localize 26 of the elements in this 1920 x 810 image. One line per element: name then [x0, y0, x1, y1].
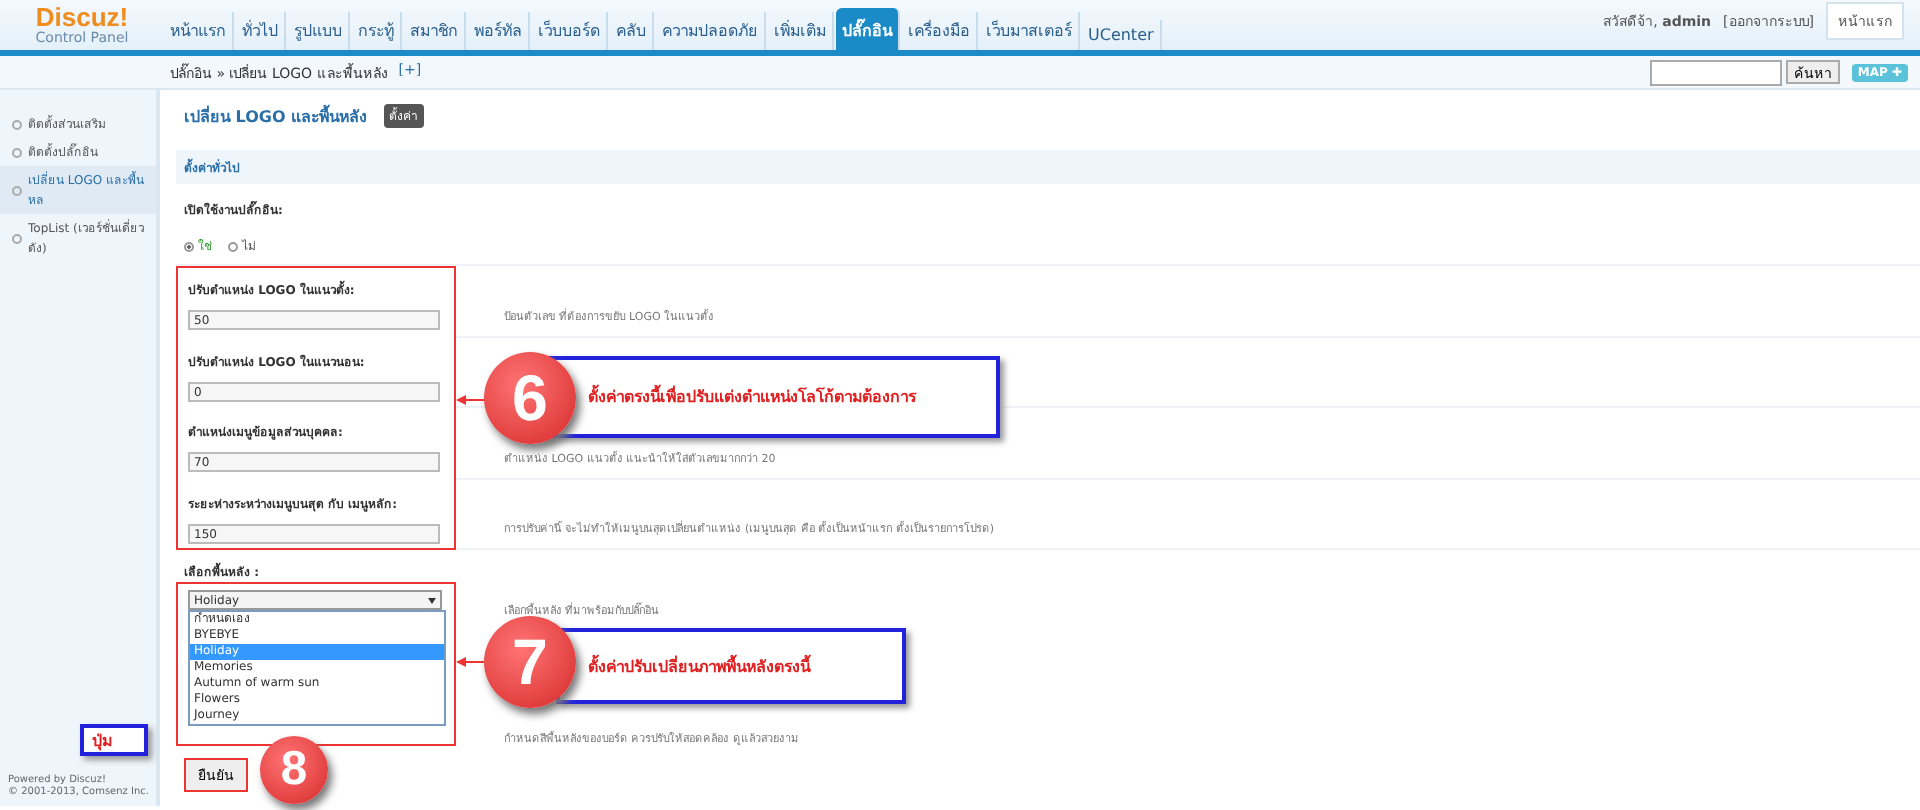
callout-text: ตั้งค่าตรงนี้เพื่อปรับแต่งตำแหน่งโลโก้ตามต้องการ: [588, 384, 916, 410]
nav-tab[interactable]: เว็บมาสเตอร์: [980, 12, 1080, 50]
step-number: 6: [484, 352, 576, 444]
caret-icon: [428, 597, 436, 603]
step-number: 7: [484, 616, 576, 708]
step-number: 8: [260, 736, 328, 804]
callout-text: ปุ่ม: [92, 727, 112, 753]
radio-icon[interactable]: [184, 241, 194, 251]
radio-icon[interactable]: [228, 241, 238, 251]
nav-tab[interactable]: ปลั๊กอิน: [836, 8, 900, 50]
page-title: เปลี่ยน LOGO และพื้นหลัง: [184, 103, 368, 129]
nav-tab[interactable]: รูปแบบ: [288, 12, 350, 50]
search-field[interactable]: [1649, 59, 1782, 85]
nav-tab[interactable]: คลับ: [610, 12, 654, 50]
callout-text: ตั้งค่าปรับเปลี่ยนภาพพื้นหลังตรงนี้: [588, 653, 810, 679]
nav-tab[interactable]: หน้าแรก: [164, 12, 234, 50]
nav-tab[interactable]: เว็บบอร์ด: [532, 12, 608, 50]
nav-tab[interactable]: กระทู้: [352, 12, 402, 50]
nav-tab[interactable]: เครื่องมือ: [902, 12, 978, 50]
nav-tab[interactable]: พอร์ทัล: [468, 12, 530, 50]
nav-tab[interactable]: ทั่วไป: [236, 12, 286, 50]
nav-tab[interactable]: ความปลอดภัย: [656, 12, 766, 50]
logo-title: Discuz!: [35, 4, 129, 30]
nav-tab[interactable]: สมาชิก: [404, 12, 466, 50]
nav-tab[interactable]: UCenter: [1082, 20, 1162, 50]
nav-tab[interactable]: เพิ่มเติม: [768, 12, 834, 50]
